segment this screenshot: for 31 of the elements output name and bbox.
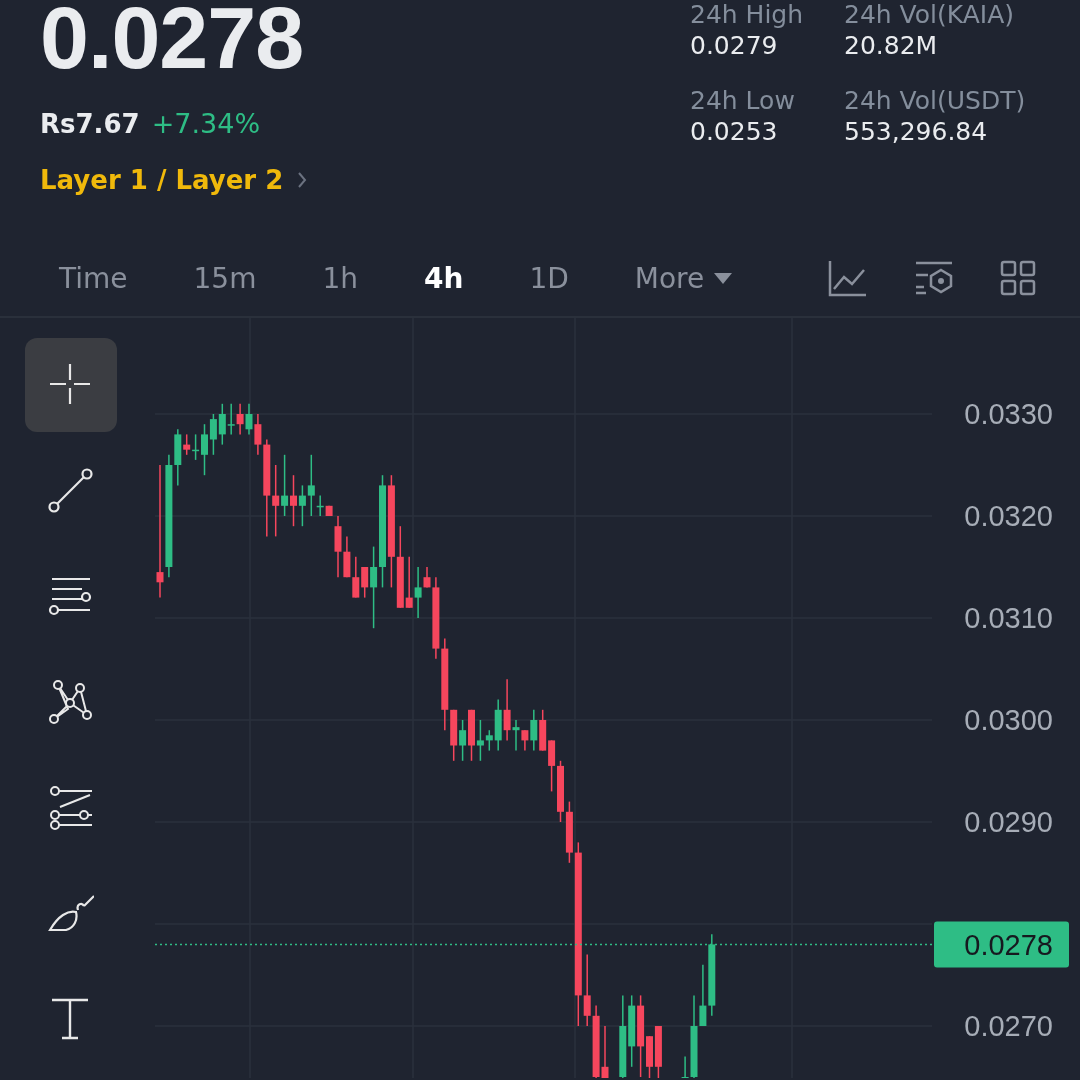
interval-tab[interactable]: More [634, 261, 733, 295]
current-price-tag: 0.0278 [934, 921, 1069, 968]
price-axis-label: 0.0320 [964, 500, 1053, 532]
interval-tab[interactable]: 1D [529, 261, 569, 295]
stat-label: 24h Low [690, 86, 796, 115]
price-axis-label: 0.0290 [964, 806, 1053, 838]
stat-label: 24h High [690, 0, 805, 29]
grid-icon[interactable] [1000, 260, 1036, 296]
line-chart-icon[interactable] [828, 259, 868, 297]
price-axis-label: 0.0330 [964, 398, 1053, 430]
price-axis-label: 0.0300 [964, 704, 1053, 736]
fiat-price: Rs7.67 [40, 109, 140, 139]
stat-label: 24h Vol(USDT) [844, 86, 1027, 115]
trend-line-icon [48, 467, 94, 514]
category-link[interactable]: Layer 1 / Layer 2 [40, 165, 284, 195]
price-change: +7.34% [151, 108, 261, 139]
price-axis-label: 0.0310 [964, 602, 1053, 634]
stat-value: 553,296.84 [844, 117, 989, 146]
interval-tab[interactable]: Time [59, 261, 128, 295]
price-axis-label: 0.0270 [964, 1010, 1053, 1042]
stat-value: 0.0253 [690, 117, 779, 146]
stat-value: 0.0279 [690, 31, 779, 60]
stat-value: 20.82M [844, 31, 939, 60]
stat-label: 24h Vol(KAIA) [844, 0, 1016, 29]
interval-tab[interactable]: 15m [193, 261, 257, 295]
last-price: 0.0278 [40, 0, 305, 82]
indicator-settings-icon[interactable] [914, 260, 954, 296]
interval-tab[interactable]: 4h [424, 261, 464, 295]
chevron-icon[interactable] [297, 171, 308, 189]
interval-tab[interactable]: 1h [322, 261, 358, 295]
dropdown-caret-icon [714, 272, 733, 284]
